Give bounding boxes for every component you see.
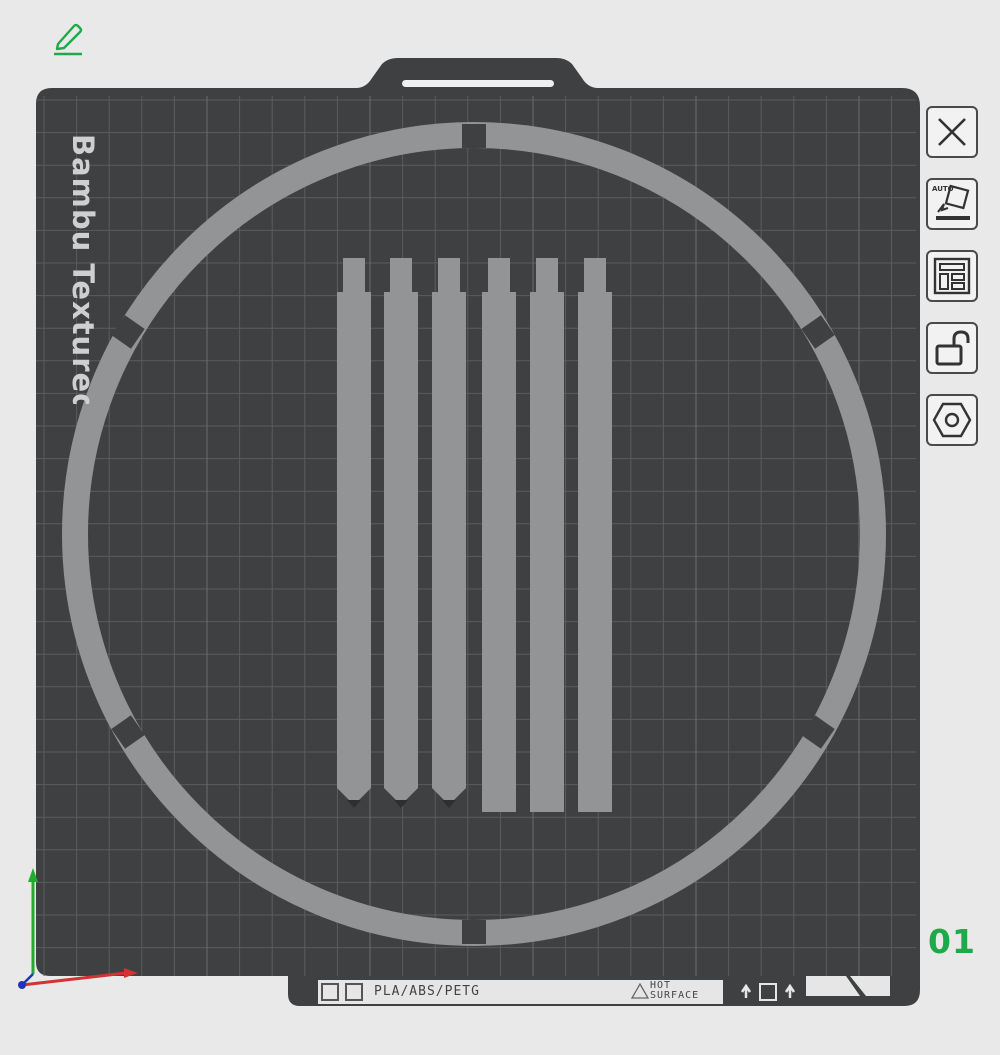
bar-model[interactable]	[578, 258, 612, 812]
lock-button[interactable]	[926, 322, 978, 374]
build-plate[interactable]	[36, 58, 920, 1006]
auto-orient-button[interactable]: AUTO	[926, 178, 978, 230]
close-plate-button[interactable]	[926, 106, 978, 158]
arrange-button[interactable]	[926, 250, 978, 302]
auto-orient-icon: AUTO	[932, 184, 970, 220]
bar-model[interactable]	[482, 258, 516, 812]
unlock-icon	[935, 330, 970, 366]
build-plate-scene[interactable]	[0, 0, 1000, 1055]
close-icon	[938, 118, 966, 146]
edit-plate-button[interactable]	[50, 20, 86, 58]
plate-settings-button[interactable]	[926, 394, 978, 446]
bar-model[interactable]	[384, 258, 418, 808]
hot-surface-label: HOT SURFACE	[650, 980, 700, 1001]
nut-settings-icon	[932, 402, 972, 438]
plate-number: 01	[928, 922, 976, 961]
material-compat-label: PLA/ABS/PETG	[374, 984, 480, 999]
arrange-icon	[933, 257, 971, 295]
plate-handle-slot	[402, 80, 554, 87]
plate-brand-text: Bambu Textured P	[66, 134, 100, 404]
bar-model[interactable]	[530, 258, 564, 812]
bar-model[interactable]	[432, 258, 466, 808]
pencil-icon	[54, 23, 83, 56]
bar-model[interactable]	[337, 258, 371, 808]
